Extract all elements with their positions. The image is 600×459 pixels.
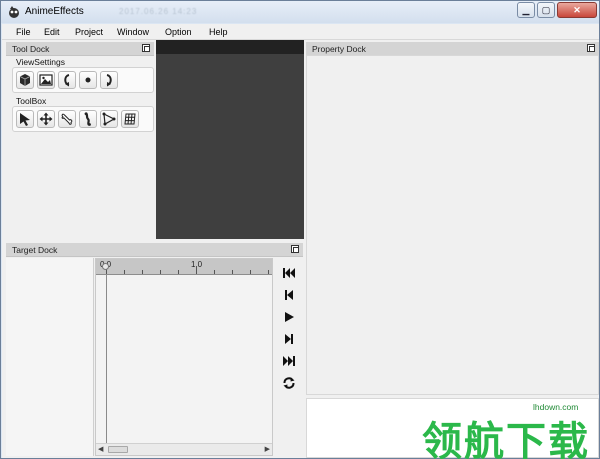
- app-logo-icon: [9, 6, 19, 18]
- app-window: AnimeEffects 2017.06.26 14:23 ▁ ▢ ✕ File…: [0, 0, 600, 459]
- timeline-scrollbar[interactable]: ◀ ▶: [96, 443, 272, 455]
- scroll-thumb[interactable]: [108, 446, 128, 453]
- maximize-button[interactable]: ▢: [537, 2, 555, 18]
- tool-dock-title[interactable]: Tool Dock: [6, 42, 154, 56]
- timeline[interactable]: 0.0 1.0 ◀ ▶: [95, 258, 273, 456]
- pose-icon[interactable]: [79, 110, 97, 128]
- dock-float-icon[interactable]: [587, 44, 595, 52]
- menu-project[interactable]: Project: [75, 27, 103, 37]
- property-lower-panel[interactable]: lhdown.com 领航下载: [306, 398, 599, 459]
- target-dock-title-label: Target Dock: [12, 245, 58, 255]
- play-icon[interactable]: [279, 308, 299, 326]
- cursor-icon[interactable]: [16, 110, 34, 128]
- move-icon[interactable]: [37, 110, 55, 128]
- dock-float-icon[interactable]: [142, 44, 150, 52]
- toolbox-label: ToolBox: [16, 96, 47, 106]
- property-dock-title[interactable]: Property Dock: [306, 42, 599, 56]
- rotate-left-icon[interactable]: [58, 71, 76, 89]
- playhead-handle[interactable]: [102, 263, 109, 270]
- image-icon[interactable]: [37, 71, 55, 89]
- toolbox-group: [12, 106, 154, 132]
- dock-float-icon[interactable]: [291, 245, 299, 253]
- target-dock-title[interactable]: Target Dock: [6, 243, 303, 257]
- minimize-button[interactable]: ▁: [517, 2, 535, 18]
- menu-bar: File Edit Project Window Option Help: [2, 24, 599, 40]
- window-title-suffix: 2017.06.26 14:23: [119, 7, 198, 16]
- scroll-right-icon[interactable]: ▶: [265, 445, 270, 453]
- window-title: AnimeEffects: [25, 6, 84, 17]
- menu-option[interactable]: Option: [165, 27, 192, 37]
- menu-file[interactable]: File: [16, 27, 31, 37]
- title-bar[interactable]: AnimeEffects 2017.06.26 14:23 ▁ ▢ ✕: [1, 1, 599, 23]
- property-dock-title-label: Property Dock: [312, 44, 366, 54]
- menu-help[interactable]: Help: [209, 27, 228, 37]
- canvas-viewport[interactable]: [156, 40, 304, 239]
- playhead-line: [106, 275, 107, 443]
- close-button[interactable]: ✕: [557, 2, 597, 18]
- menu-window[interactable]: Window: [117, 27, 149, 37]
- watermark-logo: 领航下载: [422, 419, 590, 459]
- ffd-grid-icon[interactable]: [121, 110, 139, 128]
- bone-icon[interactable]: [58, 110, 76, 128]
- step-back-icon[interactable]: [279, 286, 299, 304]
- timeline-ruler[interactable]: 0.0 1.0: [96, 259, 272, 275]
- main-area: Tool Dock ViewSettings ToolBox Target Do…: [2, 40, 599, 459]
- skip-to-end-icon[interactable]: [279, 352, 299, 370]
- scroll-left-icon[interactable]: ◀: [98, 445, 103, 453]
- view-settings-label: ViewSettings: [16, 57, 65, 67]
- tool-dock-title-label: Tool Dock: [12, 44, 50, 54]
- view-settings-group: [12, 67, 154, 93]
- skip-to-start-icon[interactable]: [279, 264, 299, 282]
- step-forward-icon[interactable]: [279, 330, 299, 348]
- target-list[interactable]: [6, 258, 94, 456]
- playback-controls: [276, 258, 302, 456]
- dot-icon[interactable]: [79, 71, 97, 89]
- rotate-right-icon[interactable]: [100, 71, 118, 89]
- loop-icon[interactable]: [279, 374, 299, 392]
- property-panel[interactable]: [306, 55, 599, 395]
- mesh-icon[interactable]: [100, 110, 118, 128]
- cube-icon[interactable]: [16, 71, 34, 89]
- menu-edit[interactable]: Edit: [44, 27, 60, 37]
